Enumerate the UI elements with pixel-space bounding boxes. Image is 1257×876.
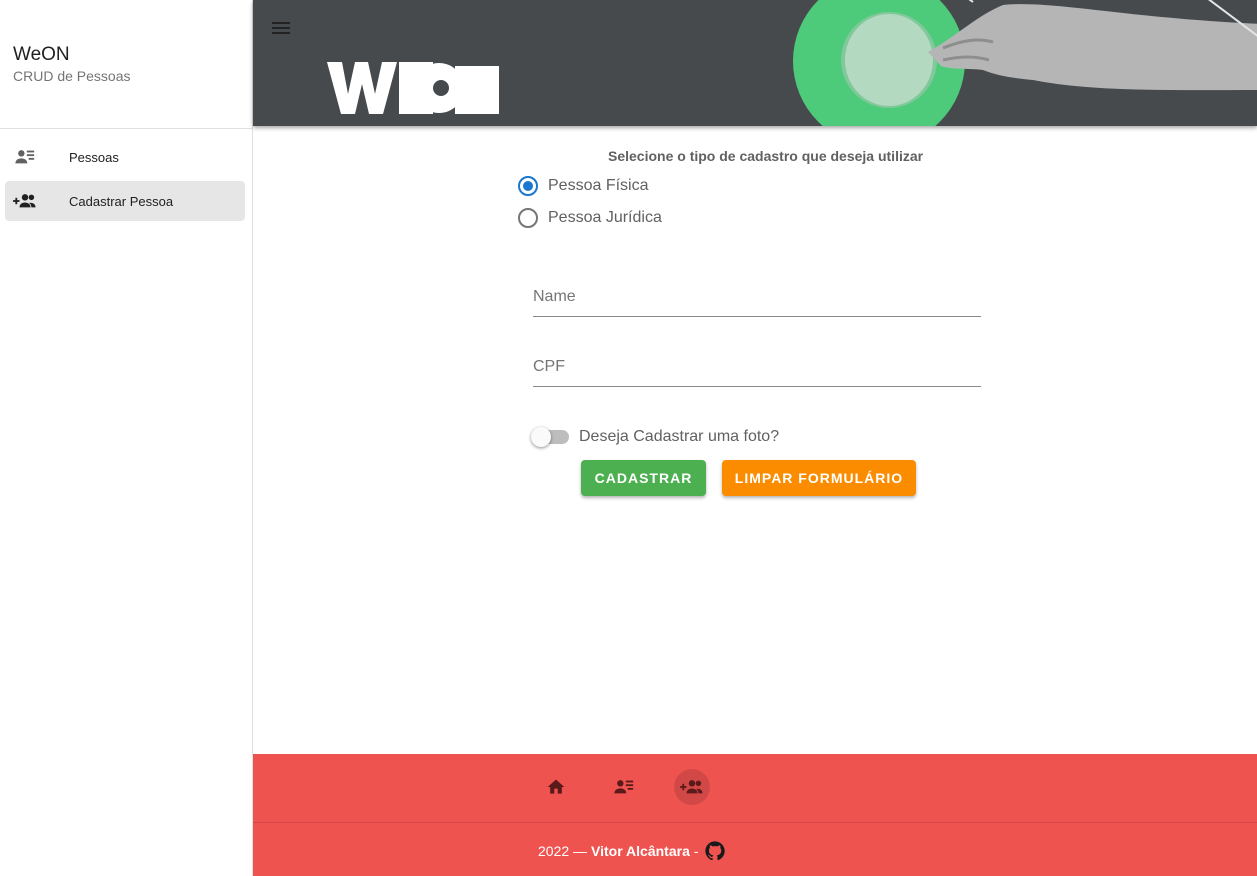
footer: 2022 — Vitor Alcântara - <box>253 754 1257 876</box>
home-icon[interactable] <box>538 769 574 805</box>
photo-toggle[interactable]: Deseja Cadastrar uma foto? <box>531 427 780 447</box>
name-input[interactable] <box>533 277 981 316</box>
hero-illustration <box>793 0 1257 126</box>
radio-label: Pessoa Jurídica <box>548 209 662 226</box>
sidebar: WeON CRUD de Pessoas Pessoas Cadastrar P… <box>0 0 253 876</box>
radio-label: Pessoa Física <box>548 177 649 194</box>
radio-button[interactable] <box>518 208 538 228</box>
author-name: Vitor Alcântara <box>591 843 690 859</box>
cadastrar-button[interactable]: CADASTRAR <box>581 460 706 496</box>
radio-button-checked[interactable] <box>518 176 538 196</box>
credit-separator: - <box>693 843 699 859</box>
radio-pessoa-juridica[interactable]: Pessoa Jurídica <box>518 208 662 228</box>
person-list-icon[interactable] <box>606 769 642 805</box>
person-add-group-icon[interactable] <box>674 769 710 805</box>
cpf-field <box>533 347 981 387</box>
sidebar-nav: Pessoas Cadastrar Pessoa <box>0 129 252 221</box>
person-add-group-icon <box>13 189 37 213</box>
form-title: Selecione o tipo de cadastro que deseja … <box>608 148 924 164</box>
sidebar-header: WeON CRUD de Pessoas <box>0 0 252 129</box>
person-list-icon <box>13 145 37 169</box>
header-banner <box>253 0 1257 126</box>
photo-toggle-label: Deseja Cadastrar uma foto? <box>579 428 780 445</box>
footer-divider <box>253 822 1257 823</box>
sidebar-item-label: Pessoas <box>69 149 119 165</box>
hamburger-menu-icon[interactable] <box>269 16 293 40</box>
weon-logo <box>327 62 499 114</box>
footer-nav <box>538 769 742 805</box>
sidebar-item-cadastrar-pessoa[interactable]: Cadastrar Pessoa <box>5 181 245 221</box>
credit-year: 2022 — <box>538 843 588 859</box>
toggle-thumb <box>531 427 551 447</box>
app-root: WeON CRUD de Pessoas Pessoas Cadastrar P… <box>0 0 1257 876</box>
cpf-input[interactable] <box>533 347 981 386</box>
name-field <box>533 277 981 317</box>
register-form: Selecione o tipo de cadastro que deseja … <box>253 126 1257 754</box>
app-name: WeON <box>13 44 70 65</box>
app-subtitle: CRUD de Pessoas <box>13 68 131 84</box>
sidebar-item-label: Cadastrar Pessoa <box>69 193 174 209</box>
limpar-formulario-button[interactable]: LIMPAR FORMULÁRIO <box>722 460 916 496</box>
photo-toggle-switch[interactable] <box>531 427 569 447</box>
github-icon[interactable] <box>704 840 726 862</box>
footer-credit: 2022 — Vitor Alcântara - <box>538 840 726 862</box>
radio-pessoa-fisica[interactable]: Pessoa Física <box>518 176 648 196</box>
sidebar-item-pessoas[interactable]: Pessoas <box>5 137 245 177</box>
